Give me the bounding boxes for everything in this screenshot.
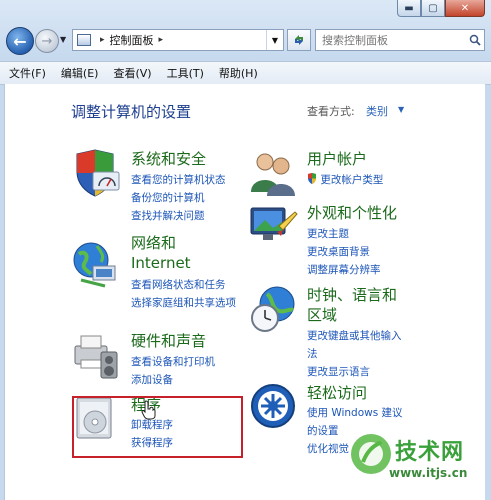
address-bar[interactable]: ▸ 控制面板 ▸ ▼ xyxy=(72,29,284,51)
link-change-display-language[interactable]: 更改显示语言 xyxy=(307,363,402,381)
view-by-dropdown[interactable]: 类别 xyxy=(366,103,388,119)
watermark-url: www.itjs.cn xyxy=(389,466,468,480)
refresh-icon xyxy=(295,35,303,45)
control-panel-window: ▬ ▢ ✕ ← → ▼ ▸ 控制面板 ▸ ▼ 搜索控制面板 文件(F) 编辑(E… xyxy=(0,0,491,500)
link-add-device[interactable]: 添加设备 xyxy=(131,371,215,389)
search-box xyxy=(315,29,485,51)
watermark: 技术网 www.itjs.cn xyxy=(349,430,479,492)
minimize-button[interactable]: ▬ xyxy=(397,0,421,17)
breadcrumb-separator[interactable]: ▸ xyxy=(100,35,105,45)
link-view-network-status[interactable]: 查看网络状态和任务 xyxy=(131,276,236,294)
arrow-right-icon: → xyxy=(41,33,53,49)
link-find-fix-problems[interactable]: 查找并解决问题 xyxy=(131,207,226,225)
arrow-left-icon: ← xyxy=(13,31,27,51)
category-title[interactable]: 用户帐户 xyxy=(307,150,367,169)
link-change-keyboard-input[interactable]: 更改键盘或其他输入 xyxy=(307,327,402,345)
maximize-button[interactable]: ▢ xyxy=(421,0,445,17)
menu-file[interactable]: 文件(F) xyxy=(3,65,52,81)
users-icon[interactable] xyxy=(249,148,299,198)
network-globe-icon[interactable] xyxy=(71,240,121,290)
menu-bar: 文件(F) 编辑(E) 查看(V) 工具(T) 帮助(H) xyxy=(0,61,491,85)
watermark-logo-icon xyxy=(351,434,391,474)
menu-tools[interactable]: 工具(T) xyxy=(161,65,210,81)
category-title-line1[interactable]: 网络和 xyxy=(131,234,176,253)
breadcrumb-separator-end[interactable]: ▸ xyxy=(159,35,164,45)
category-title-line2[interactable]: 区域 xyxy=(307,306,337,325)
menu-view[interactable]: 查看(V) xyxy=(107,65,157,81)
hand-cursor-icon xyxy=(141,400,156,420)
recent-pages-dropdown[interactable]: ▼ xyxy=(60,35,66,44)
control-panel-icon xyxy=(77,34,91,46)
link-use-windows-suggested[interactable]: 使用 Windows 建议 xyxy=(307,404,403,422)
close-button[interactable]: ✕ xyxy=(445,0,485,17)
link-change-keyboard-input-cont[interactable]: 法 xyxy=(307,345,402,363)
navigation-bar: ← → ▼ ▸ 控制面板 ▸ ▼ xyxy=(4,26,485,60)
view-by-label: 查看方式: xyxy=(307,105,355,118)
uac-shield-icon xyxy=(308,173,316,184)
back-button[interactable]: ← xyxy=(6,27,34,55)
search-icon[interactable] xyxy=(466,34,484,46)
link-view-devices-printers[interactable]: 查看设备和打印机 xyxy=(131,353,215,371)
monitor-paint-icon[interactable] xyxy=(249,202,299,252)
link-view-computer-status[interactable]: 查看您的计算机状态 xyxy=(131,171,226,189)
printer-icon[interactable] xyxy=(71,330,121,380)
clock-globe-icon[interactable] xyxy=(249,284,299,334)
control-panel-content: 调整计算机的设置 查看方式: 类别 ▼ 系统和安全 查看您的计算机状态 备份您的… xyxy=(4,84,485,500)
chevron-down-icon[interactable]: ▼ xyxy=(398,105,404,114)
category-title-line2[interactable]: Internet xyxy=(131,254,191,273)
link-change-theme[interactable]: 更改主题 xyxy=(307,225,381,243)
page-title: 调整计算机的设置 xyxy=(71,103,192,121)
menu-edit[interactable]: 编辑(E) xyxy=(55,65,105,81)
programs-highlight-box xyxy=(72,396,243,458)
link-backup-computer[interactable]: 备份您的计算机 xyxy=(131,189,226,207)
forward-button[interactable]: → xyxy=(35,29,59,53)
address-dropdown-button[interactable]: ▼ xyxy=(266,30,283,50)
link-change-account-type-label[interactable]: 更改帐户类型 xyxy=(320,174,383,186)
shield-icon[interactable] xyxy=(71,148,121,198)
category-title[interactable]: 轻松访问 xyxy=(307,384,367,403)
category-title-line1[interactable]: 时钟、语言和 xyxy=(307,286,397,305)
watermark-logo-text: 技术网 xyxy=(395,440,465,465)
refresh-button[interactable] xyxy=(287,29,311,51)
category-title[interactable]: 外观和个性化 xyxy=(307,204,397,223)
caption-buttons: ▬ ▢ ✕ xyxy=(397,0,485,17)
category-title[interactable]: 系统和安全 xyxy=(131,150,206,169)
category-title[interactable]: 硬件和声音 xyxy=(131,332,206,351)
menu-help[interactable]: 帮助(H) xyxy=(213,65,264,81)
ease-of-access-icon[interactable] xyxy=(249,382,299,432)
link-change-desktop-background[interactable]: 更改桌面背景 xyxy=(307,243,381,261)
link-change-account-type[interactable]: 更改帐户类型 xyxy=(307,171,383,189)
link-homegroup-sharing[interactable]: 选择家庭组和共享选项 xyxy=(131,294,236,312)
chevron-down-icon: ▼ xyxy=(271,35,279,45)
breadcrumb-control-panel[interactable]: 控制面板 xyxy=(110,32,154,48)
link-adjust-screen-resolution[interactable]: 调整屏幕分辨率 xyxy=(307,261,381,279)
search-input[interactable] xyxy=(316,32,466,48)
